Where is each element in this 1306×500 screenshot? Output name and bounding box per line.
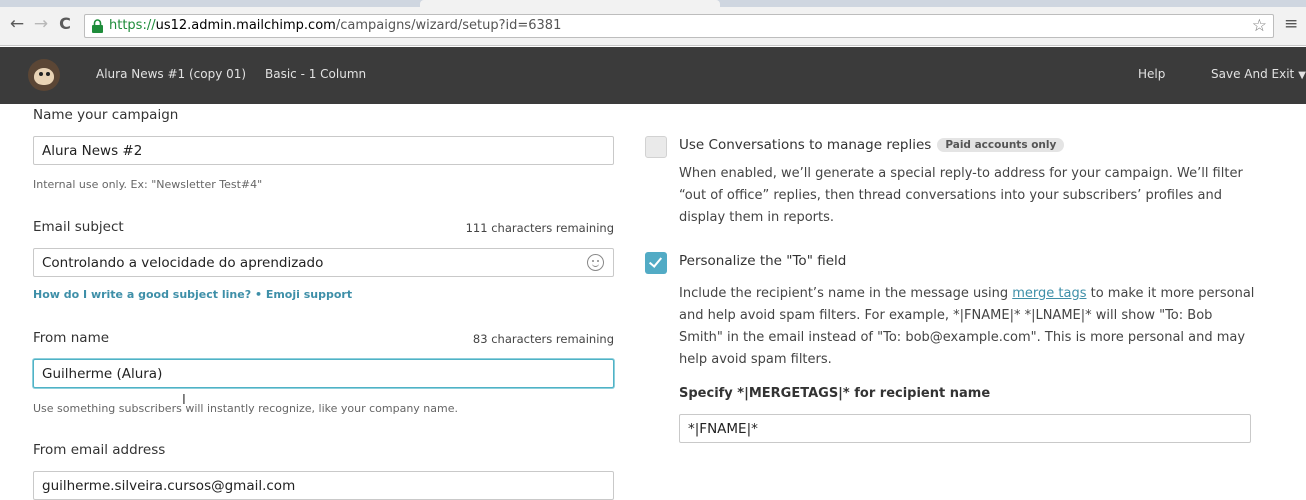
conversations-title: Use Conversations to manage replies	[679, 137, 932, 153]
chevron-down-icon: ▼	[1298, 70, 1306, 81]
address-bar[interactable]: https://us12.admin.mailchimp.com/campaig…	[84, 14, 1274, 38]
url-scheme: https://	[109, 18, 156, 33]
campaign-name-input[interactable]: Alura News #2	[33, 136, 614, 165]
from-name-value: Guilherme (Alura)	[42, 366, 163, 382]
paid-accounts-badge: Paid accounts only	[937, 138, 1065, 152]
from-name-characters-remaining: 83 characters remaining	[472, 332, 614, 346]
email-subject-input[interactable]: Controlando a velocidade do aprendizado	[33, 248, 614, 277]
conversations-checkbox[interactable]	[645, 136, 667, 158]
personalize-desc-before: Include the recipient’s name in the mess…	[679, 286, 1013, 301]
campaign-title[interactable]: Alura News #1 (copy 01)	[96, 67, 246, 81]
browser-toolbar: ← → C https://us12.admin.mailchimp.com/c…	[0, 0, 1306, 46]
from-email-label: From email address	[33, 442, 166, 458]
merge-tags-value: *|FNAME|*	[688, 421, 758, 437]
save-and-exit-label: Save And Exit	[1211, 67, 1295, 81]
emoji-picker-icon[interactable]	[587, 254, 604, 271]
save-and-exit-button[interactable]: Save And Exit ▼	[1211, 67, 1306, 81]
from-email-value: guilherme.silveira.cursos@gmail.com	[42, 478, 296, 494]
subject-characters-remaining: 111 characters remaining	[465, 221, 614, 235]
subject-line-help-link[interactable]: How do I write a good subject line?	[33, 288, 251, 301]
campaign-name-label: Name your campaign	[33, 107, 179, 123]
campaign-name-value: Alura News #2	[42, 143, 143, 159]
emoji-support-link[interactable]: Emoji support	[266, 288, 352, 301]
subject-help-links: How do I write a good subject line? • Em…	[33, 288, 352, 301]
active-tab[interactable]	[420, 0, 720, 7]
back-arrow-icon[interactable]: ←	[6, 13, 28, 35]
merge-tags-link[interactable]: merge tags	[1012, 286, 1086, 301]
conversations-option: Use Conversations to manage replies Paid …	[679, 137, 1065, 153]
merge-tags-input[interactable]: *|FNAME|*	[679, 414, 1251, 443]
reload-icon[interactable]: C	[54, 13, 76, 35]
bookmark-star-icon[interactable]: ☆	[1252, 16, 1267, 36]
url-text: https://us12.admin.mailchimp.com/campaig…	[109, 18, 561, 33]
help-link[interactable]: Help	[1138, 67, 1165, 81]
campaign-name-hint: Internal use only. Ex: "Newsletter Test#…	[33, 178, 263, 191]
url-host: us12.admin.mailchimp.com	[155, 18, 336, 33]
from-name-input[interactable]: Guilherme (Alura)	[33, 359, 614, 388]
checkmark-icon	[648, 254, 663, 268]
link-separator: •	[254, 288, 262, 301]
app-header: Alura News #1 (copy 01) Basic - 1 Column…	[0, 47, 1306, 104]
conversations-description: When enabled, we’ll generate a special r…	[679, 166, 1243, 225]
mailchimp-logo-icon[interactable]	[28, 59, 60, 91]
from-name-hint: Use something subscribers will instantly…	[33, 402, 458, 415]
lock-icon	[92, 19, 103, 33]
from-name-label: From name	[33, 330, 110, 346]
url-path: /campaigns/wizard/setup?id=6381	[335, 18, 562, 33]
browser-menu-icon[interactable]: ≡	[1284, 14, 1298, 34]
personalize-description: Include the recipient’s name in the mess…	[679, 283, 1259, 371]
forward-arrow-icon[interactable]: →	[30, 13, 52, 35]
personalize-to-checkbox[interactable]	[645, 252, 667, 274]
from-email-input[interactable]: guilherme.silveira.cursos@gmail.com	[33, 471, 614, 500]
merge-tags-label: Specify *|MERGETAGS|* for recipient name	[679, 386, 991, 401]
template-name[interactable]: Basic - 1 Column	[265, 67, 366, 81]
email-subject-value: Controlando a velocidade do aprendizado	[42, 255, 324, 271]
tab-strip	[0, 0, 1306, 7]
email-subject-label: Email subject	[33, 219, 124, 235]
personalize-to-title: Personalize the "To" field	[679, 253, 847, 269]
